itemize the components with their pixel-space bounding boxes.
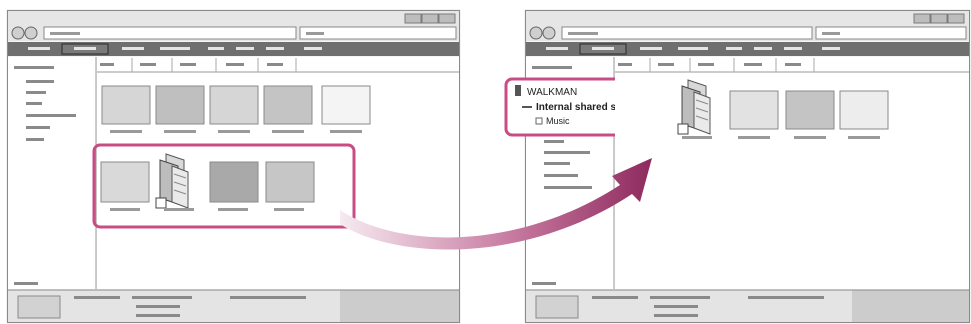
thumbnail[interactable]: [839, 90, 889, 130]
thumbnail[interactable]: [100, 161, 150, 203]
status-preview: [17, 295, 61, 319]
menu-item[interactable]: [160, 47, 190, 50]
forward-button[interactable]: [24, 26, 38, 40]
sidebar-item[interactable]: [26, 138, 44, 141]
menu-item[interactable]: [822, 47, 840, 50]
folder-icon[interactable]: [155, 153, 189, 209]
sidebar-item[interactable]: [26, 80, 54, 83]
forward-button[interactable]: [542, 26, 556, 40]
back-button[interactable]: [529, 26, 543, 40]
thumbnail[interactable]: [785, 90, 835, 130]
minimize-button[interactable]: [404, 13, 422, 24]
drag-to-walkman-diagram: WALKMAN Internal shared storage Music: [6, 9, 971, 324]
menu-item[interactable]: [640, 47, 662, 50]
sidebar-item[interactable]: [26, 126, 50, 129]
sidebar-item[interactable]: [544, 140, 564, 143]
close-button[interactable]: [438, 13, 456, 24]
sidebar-item[interactable]: [26, 114, 76, 117]
sidebar-item[interactable]: [544, 174, 578, 177]
menu-item[interactable]: [28, 47, 50, 50]
right-window-controls[interactable]: [913, 13, 965, 24]
close-button[interactable]: [947, 13, 965, 24]
left-sidebar: [8, 57, 96, 289]
left-window-controls[interactable]: [404, 13, 456, 24]
thumbnail[interactable]: [101, 85, 151, 125]
address-bar[interactable]: [43, 26, 297, 40]
thumbnail[interactable]: [209, 161, 259, 203]
sidebar-item[interactable]: [14, 282, 38, 285]
address-bar[interactable]: [561, 26, 813, 40]
thumbnail[interactable]: [263, 85, 313, 125]
thumbnail[interactable]: [321, 85, 371, 125]
menu-item[interactable]: [266, 47, 284, 50]
status-preview: [535, 295, 579, 319]
menu-item[interactable]: [546, 47, 568, 50]
thumbnail[interactable]: [209, 85, 259, 125]
sidebar-item[interactable]: [14, 66, 54, 69]
menu-item[interactable]: [208, 47, 224, 50]
right-window: WALKMAN Internal shared storage Music: [504, 9, 971, 324]
left-window: [6, 9, 461, 324]
sidebar-item[interactable]: [26, 102, 42, 105]
sidebar-item[interactable]: [544, 162, 570, 165]
maximize-button[interactable]: [421, 13, 439, 24]
menu-item[interactable]: [784, 47, 802, 50]
menu-item[interactable]: [754, 47, 772, 50]
folder-minus-icon[interactable]: [522, 106, 532, 108]
menu-item[interactable]: [236, 47, 254, 50]
walkman-device-icon: [515, 85, 521, 96]
menu-item[interactable]: [678, 47, 708, 50]
menu-item[interactable]: [726, 47, 742, 50]
minimize-button[interactable]: [913, 13, 931, 24]
folder-icon[interactable]: [677, 79, 711, 135]
device-label[interactable]: WALKMAN: [527, 87, 577, 98]
thumbnail[interactable]: [265, 161, 315, 203]
maximize-button[interactable]: [930, 13, 948, 24]
sidebar-item[interactable]: [532, 282, 556, 285]
folder-label[interactable]: Music: [546, 116, 570, 126]
sidebar-item[interactable]: [544, 151, 590, 154]
menu-item[interactable]: [304, 47, 322, 50]
menu-item[interactable]: [122, 47, 144, 50]
thumbnail[interactable]: [729, 90, 779, 130]
sidebar-item[interactable]: [26, 91, 46, 94]
sidebar-item[interactable]: [544, 186, 592, 189]
thumbnail[interactable]: [155, 85, 205, 125]
back-button[interactable]: [11, 26, 25, 40]
